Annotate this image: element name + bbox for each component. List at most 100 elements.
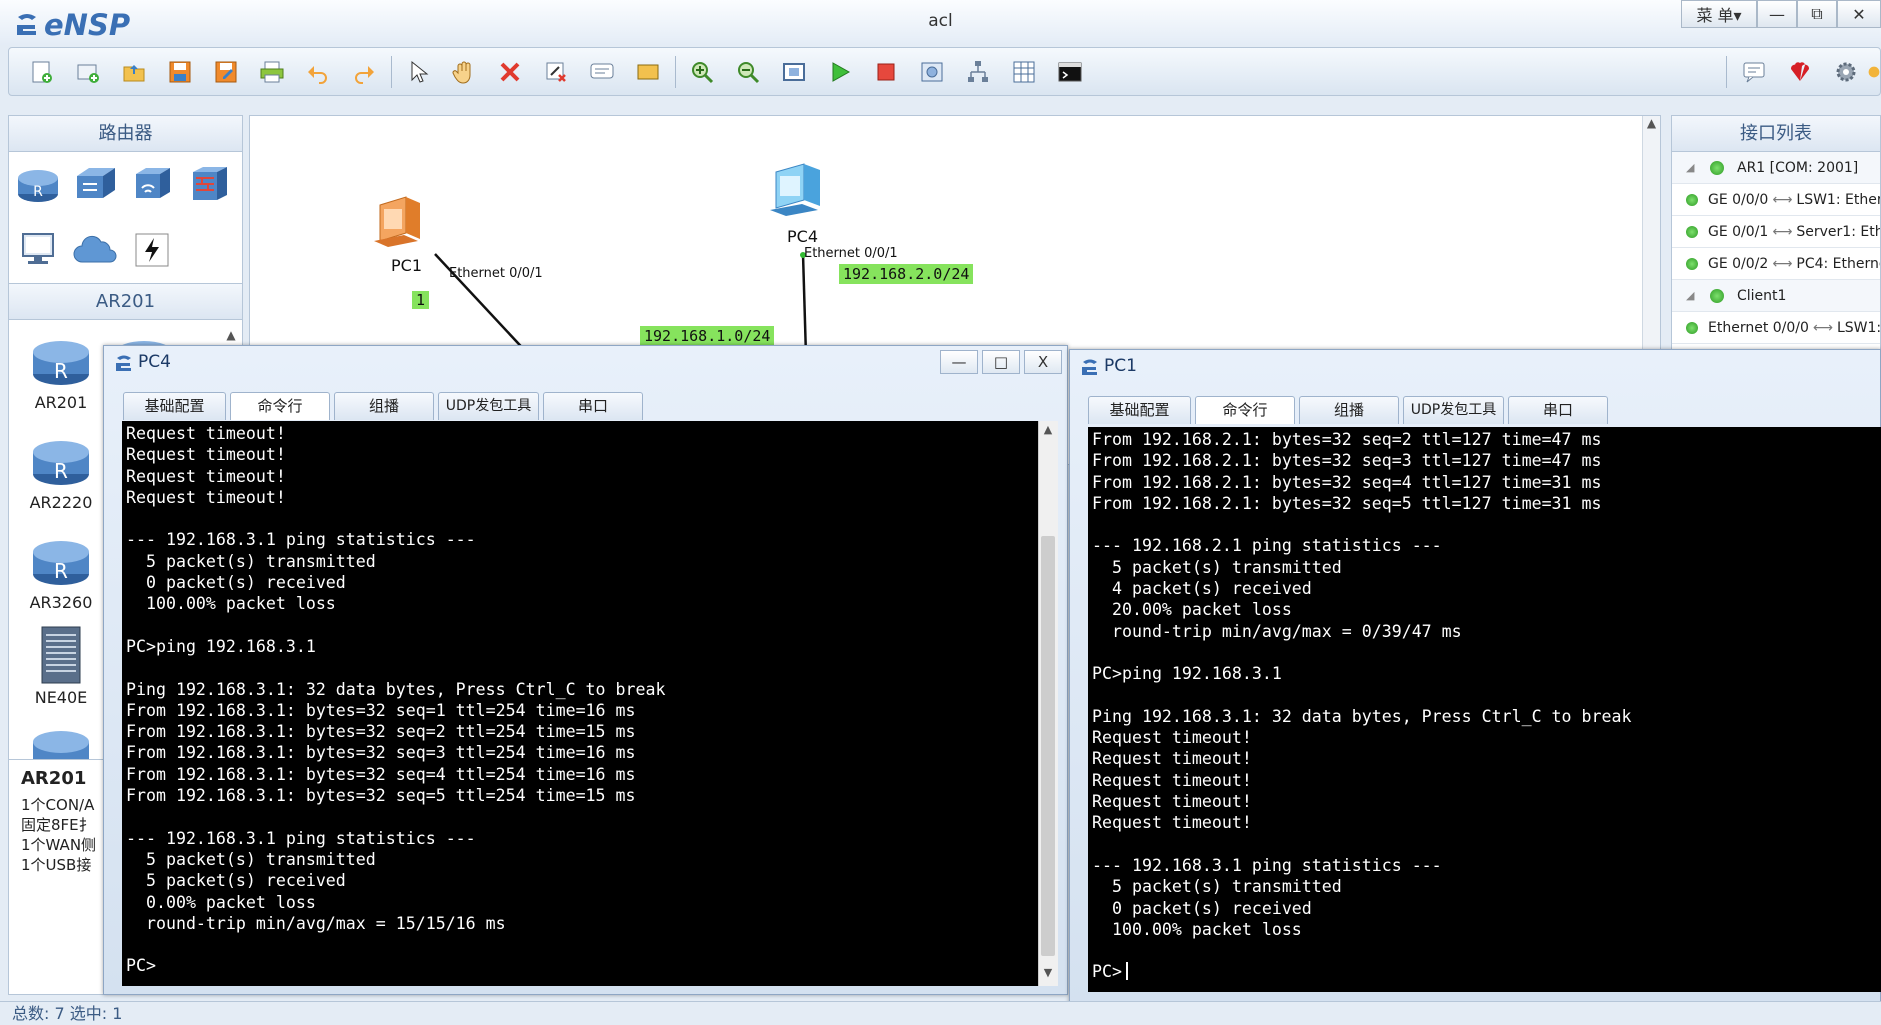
undo-icon[interactable] (303, 57, 333, 87)
pc1-node-icon[interactable] (370, 191, 430, 251)
cloud-category-icon[interactable] (71, 228, 119, 272)
status-dot-icon (1686, 258, 1698, 270)
pc1-console-window[interactable]: PC1 基础配置 命令行 组播 UDP发包工具 串口 From 192.168.… (1069, 349, 1881, 1009)
scroll-down-arrow-icon[interactable]: ▼ (1039, 966, 1057, 984)
pc1-window-title: PC1 (1104, 356, 1137, 376)
tab-udp-tool[interactable]: UDP发包工具 (438, 392, 539, 420)
new-topology-icon[interactable] (27, 57, 57, 87)
toolbar-separator (1726, 56, 1727, 88)
device-category-grid: R (9, 152, 242, 284)
print-icon[interactable] (257, 57, 287, 87)
save-as-icon[interactable] (211, 57, 241, 87)
interface-link-row[interactable]: GE 0/0/1⟷Server1: Ethe (1672, 216, 1880, 248)
pan-hand-icon[interactable] (449, 57, 479, 87)
capture-icon[interactable] (917, 57, 947, 87)
wlan-category-icon[interactable] (128, 162, 176, 206)
tab-multicast[interactable]: 组播 (1299, 396, 1399, 424)
collapse-icon[interactable]: ◢ (1686, 152, 1694, 184)
rectangle-icon[interactable] (633, 57, 663, 87)
interface-link-row[interactable]: Ethernet 0/0/0 ⟷ LSW1: (1672, 312, 1880, 344)
toolbar-separator (391, 56, 392, 88)
model-next[interactable] (9, 720, 113, 759)
router-icon: R (31, 530, 91, 590)
pc1-terminal[interactable]: From 192.168.2.1: bytes=32 seq=2 ttl=127… (1088, 427, 1881, 992)
minimize-button[interactable]: — (1757, 0, 1797, 28)
model-ar3260[interactable]: R AR3260 (9, 530, 113, 612)
model-label: AR2220 (29, 493, 93, 512)
terminal-scrollbar[interactable]: ▲ ▼ (1038, 421, 1058, 986)
pc1-terminal-output[interactable]: From 192.168.2.1: bytes=32 seq=2 ttl=127… (1088, 427, 1881, 992)
interface-link-row[interactable]: GE 0/0/0⟷LSW1: Ethern (1672, 184, 1880, 216)
chassis-router-icon (31, 625, 91, 685)
chat-icon[interactable] (1739, 57, 1769, 87)
zoom-out-icon[interactable] (733, 57, 763, 87)
interface-device-row[interactable]: ◢ Client1 (1672, 280, 1880, 312)
status-dot-icon (1710, 161, 1724, 175)
save-icon[interactable] (165, 57, 195, 87)
pc1-window-titlebar[interactable]: PC1 (1070, 350, 1880, 384)
pc4-terminal-output[interactable]: Request timeout! Request timeout! Reques… (122, 421, 1038, 986)
model-ne40e[interactable]: NE40E (9, 625, 113, 707)
status-dot-icon (1686, 226, 1698, 238)
pc-category-icon[interactable] (14, 228, 62, 272)
open-icon[interactable] (119, 57, 149, 87)
svg-text:R: R (54, 559, 68, 583)
model-header: AR201 (9, 284, 242, 320)
restore-button[interactable]: ⧉ (1797, 0, 1837, 28)
pc1-badge: 1 (412, 291, 430, 309)
firewall-category-icon[interactable] (185, 162, 233, 206)
status-dot-icon (1686, 194, 1698, 206)
menu-button[interactable]: 菜 单▾ (1681, 0, 1757, 28)
title-bar: eNSP acl 菜 单▾ — ⧉ ✕ (0, 0, 1881, 45)
scroll-thumb[interactable] (1041, 536, 1055, 956)
tab-serial[interactable]: 串口 (543, 392, 643, 420)
topology-icon[interactable] (963, 57, 993, 87)
tab-command-line[interactable]: 命令行 (230, 392, 330, 420)
console-icon[interactable] (1055, 57, 1085, 87)
new-project-icon[interactable] (73, 57, 103, 87)
link-arrow-icon: ⟷ (1812, 320, 1833, 336)
interface-port: GE 0/0/0 (1708, 192, 1769, 208)
grid-icon[interactable] (1009, 57, 1039, 87)
tab-command-line[interactable]: 命令行 (1195, 396, 1295, 424)
model-ar201[interactable]: R AR201 (9, 330, 113, 412)
help-icon[interactable] (1867, 57, 1881, 87)
redo-icon[interactable] (349, 57, 379, 87)
fit-screen-icon[interactable] (779, 57, 809, 87)
tab-basic-config[interactable]: 基础配置 (123, 392, 226, 420)
device-row-label: AR1 [COM: 2001] (1737, 160, 1859, 176)
settings-gear-icon[interactable] (1831, 57, 1861, 87)
power-connection-icon[interactable] (128, 228, 176, 272)
scroll-up-arrow-icon[interactable]: ▲ (1039, 423, 1057, 441)
pc4-window-titlebar[interactable]: PC4 — □ X (104, 346, 1067, 380)
switch-category-icon[interactable] (71, 162, 119, 206)
collapse-icon[interactable]: ◢ (1686, 280, 1694, 312)
pc4-console-window[interactable]: PC4 — □ X 基础配置 命令行 组播 UDP发包工具 串口 Request… (103, 345, 1068, 995)
huawei-logo-icon[interactable] (1785, 57, 1815, 87)
zoom-in-icon[interactable] (687, 57, 717, 87)
pc4-node-icon[interactable] (766, 158, 832, 222)
pc4-port-label: Ethernet 0/0/1 (804, 246, 898, 261)
delete-icon[interactable] (495, 57, 525, 87)
close-button[interactable]: ✕ (1837, 0, 1881, 28)
interface-peer: PC4: Etherne (1796, 256, 1881, 272)
interface-device-row[interactable]: ◢ AR1 [COM: 2001] (1672, 152, 1880, 184)
router-category-icon[interactable]: R (14, 162, 62, 206)
maximize-button[interactable]: □ (982, 350, 1020, 374)
select-icon[interactable] (403, 57, 433, 87)
minimize-button[interactable]: — (940, 350, 978, 374)
interface-link-row[interactable]: GE 0/0/2 ⟷ PC4: Etherne (1672, 248, 1880, 280)
delete-link-icon[interactable] (541, 57, 571, 87)
tab-udp-tool[interactable]: UDP发包工具 (1403, 396, 1504, 424)
text-annotation-icon[interactable] (587, 57, 617, 87)
model-ar2220[interactable]: R AR2220 (9, 430, 113, 512)
tab-serial[interactable]: 串口 (1508, 396, 1608, 424)
tab-multicast[interactable]: 组播 (334, 392, 434, 420)
tab-basic-config[interactable]: 基础配置 (1088, 396, 1191, 424)
svg-text:R: R (54, 459, 68, 483)
scroll-up-arrow-icon[interactable]: ▲ (1643, 116, 1660, 130)
close-button[interactable]: X (1024, 350, 1062, 374)
start-device-icon[interactable] (825, 57, 855, 87)
link-pc4[interactable] (801, 253, 808, 357)
stop-device-icon[interactable] (871, 57, 901, 87)
